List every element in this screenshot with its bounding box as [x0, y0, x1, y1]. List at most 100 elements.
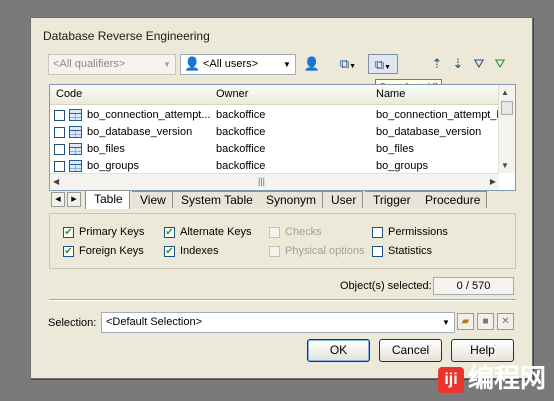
row-code: bo_database_version	[87, 126, 193, 138]
row-code: bo_files	[87, 143, 125, 155]
dialog-title: Database Reverse Engineering	[43, 29, 210, 43]
table-row[interactable]: bo_database_version backoffice bo_databa…	[50, 124, 499, 141]
chevron-down-icon: ▼	[442, 318, 450, 327]
row-owner: backoffice	[216, 160, 266, 172]
delete-selection-button[interactable]: ✕	[497, 313, 514, 330]
physical-options-label: Physical options	[285, 245, 365, 257]
table-icon	[69, 160, 82, 172]
row-code: bo_groups	[87, 160, 139, 172]
save-selection-button[interactable]: ■	[477, 313, 494, 330]
scroll-right-icon[interactable]: ▶	[490, 177, 496, 186]
owner-value: <All users>	[203, 58, 259, 70]
watermark: iji 编程网	[437, 358, 546, 395]
row-checkbox[interactable]	[54, 144, 65, 155]
permissions-label: Permissions	[388, 226, 448, 238]
tab-synonym[interactable]: Synonym	[258, 191, 324, 208]
select-all-icon: ⧉	[339, 56, 350, 71]
row-owner: backoffice	[216, 109, 266, 121]
row-code: bo_connection_attempt...	[87, 109, 211, 121]
filter-button[interactable]: ⛛	[469, 54, 489, 74]
row-checkbox[interactable]	[54, 110, 65, 121]
object-type-tabs: ◀ ▶ Table View System Table Synonym User…	[49, 190, 516, 209]
column-header-code[interactable]: Code	[56, 88, 82, 100]
selection-combo[interactable]: <Default Selection> ▼	[101, 312, 455, 333]
selected-count-label: Object(s) selected:	[340, 280, 432, 292]
close-icon: ✕	[501, 316, 510, 327]
checkmark-icon: ✔	[63, 227, 74, 238]
options-group: ✔ Primary Keys ✔ Foreign Keys ✔ Alternat…	[49, 213, 516, 269]
column-header-name[interactable]: Name	[376, 88, 405, 100]
foreign-keys-label: Foreign Keys	[79, 245, 144, 257]
deselect-all-icon: ⧉	[374, 57, 385, 72]
filter-icon: ⛛	[473, 56, 485, 71]
divider	[49, 299, 516, 301]
selection-label: Selection:	[48, 317, 97, 329]
checkmark-icon: ✔	[63, 246, 74, 257]
tab-trigger[interactable]: Trigger	[365, 191, 418, 208]
save-icon: ■	[482, 316, 489, 327]
vertical-scrollbar[interactable]: ▲ ▼	[498, 85, 515, 173]
chevron-down-icon: ▼	[163, 60, 171, 69]
selection-value: <Default Selection>	[106, 316, 203, 328]
table-icon	[69, 109, 82, 121]
qualifier-value: <All qualifiers>	[53, 58, 126, 70]
owner-combo[interactable]: 👤 <All users> ▼	[180, 54, 296, 75]
watermark-text: 编程网	[467, 363, 546, 393]
indexes-label: Indexes	[180, 245, 219, 257]
tab-table[interactable]: Table	[85, 190, 130, 209]
ok-button[interactable]: OK	[307, 339, 370, 362]
sort-descending-icon: ⇣	[452, 56, 464, 71]
row-checkbox[interactable]	[54, 161, 65, 172]
horizontal-scrollbar[interactable]: ◀ ||| ▶	[50, 173, 499, 190]
row-name: bo_files	[376, 143, 414, 155]
tab-user[interactable]: User	[323, 191, 364, 208]
sort-descending-button[interactable]: ⇣	[448, 54, 468, 74]
select-all-button[interactable]: ⧉▼	[334, 54, 362, 74]
qualifier-combo: <All qualifiers> ▼	[48, 54, 176, 75]
cancel-button[interactable]: Cancel	[379, 339, 442, 362]
row-owner: backoffice	[216, 143, 266, 155]
column-header-owner[interactable]: Owner	[216, 88, 248, 100]
deselect-all-button[interactable]: ⧉▼	[368, 54, 398, 74]
sort-ascending-button[interactable]: ⇡	[427, 54, 447, 74]
watermark-logo: iji	[437, 367, 464, 393]
statistics-label: Statistics	[388, 245, 433, 257]
table-icon	[69, 126, 82, 138]
checks-label: Checks	[285, 226, 322, 238]
tab-view[interactable]: View	[132, 191, 173, 208]
row-checkbox[interactable]	[54, 127, 65, 138]
chevron-down-icon: ▼	[349, 63, 357, 70]
scroll-down-icon[interactable]: ▼	[501, 161, 509, 170]
scroll-up-icon[interactable]: ▲	[501, 88, 509, 97]
table-row[interactable]: bo_connection_attempt... backoffice bo_c…	[50, 107, 499, 124]
filter-clear-button[interactable]: ⛛	[490, 54, 510, 74]
chevron-down-icon: ▼	[283, 60, 291, 69]
scroll-grip-icon[interactable]: |||	[258, 176, 265, 186]
filter-clear-icon: ⛛	[494, 56, 506, 71]
object-list[interactable]: Code Owner Name bo_connection_attempt...…	[49, 84, 516, 191]
folder-icon: ▰	[461, 316, 470, 327]
user-icon: 👤	[303, 56, 321, 71]
select-owner-button[interactable]: 👤	[302, 54, 322, 74]
tab-scroll-left-icon[interactable]: ◀	[51, 192, 65, 207]
tab-scroll-right-icon[interactable]: ▶	[67, 192, 81, 207]
row-name: bo_connection_attempt_h	[376, 109, 498, 121]
reverse-engineering-dialog: Database Reverse Engineering <All qualif…	[30, 17, 533, 379]
open-selection-button[interactable]: ▰	[457, 313, 474, 330]
scroll-left-icon[interactable]: ◀	[53, 177, 59, 186]
table-row[interactable]: bo_files backoffice bo_files	[50, 141, 499, 158]
chevron-down-icon: ▼	[384, 64, 392, 71]
checkmark-icon: ✔	[164, 227, 175, 238]
alternate-keys-label: Alternate Keys	[180, 226, 252, 238]
checkmark-icon: ✔	[164, 246, 175, 257]
row-name: bo_database_version	[376, 126, 482, 138]
scroll-thumb[interactable]	[501, 101, 513, 115]
row-owner: backoffice	[216, 126, 266, 138]
row-name: bo_groups	[376, 160, 428, 172]
selected-count-value: 0 / 570	[433, 277, 514, 295]
primary-keys-label: Primary Keys	[79, 226, 145, 238]
tab-system-table[interactable]: System Table	[173, 191, 260, 208]
sort-ascending-icon: ⇡	[431, 56, 443, 71]
tab-procedure[interactable]: Procedure	[417, 191, 488, 208]
table-icon	[69, 143, 82, 155]
